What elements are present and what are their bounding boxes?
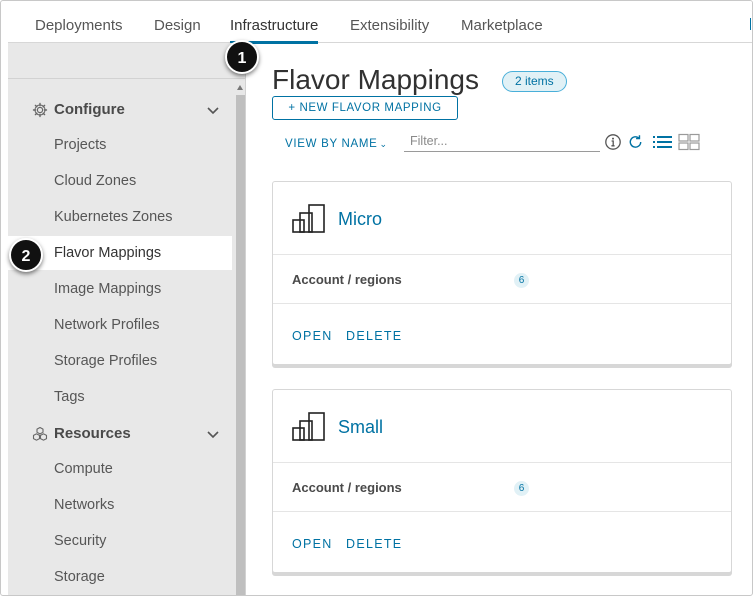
gear-icon <box>32 102 48 117</box>
sidebar-scrollbar[interactable] <box>235 81 246 595</box>
open-button[interactable]: OPEN <box>292 537 333 551</box>
list-view-icon[interactable] <box>652 133 673 151</box>
sidebar-item-kubernetes-zones[interactable]: Kubernetes Zones <box>8 200 232 234</box>
flavor-mapping-card: Micro Account / regions 6 OPEN DELETE <box>272 181 732 365</box>
info-icon[interactable] <box>604 133 622 151</box>
sidebar-item-storage[interactable]: Storage <box>8 560 232 594</box>
flavor-mapping-icon <box>292 204 325 233</box>
flavor-mapping-card: Small Account / regions 6 OPEN DELETE <box>272 389 732 573</box>
chevron-down-icon[interactable] <box>206 103 220 117</box>
new-flavor-mapping-button[interactable]: + NEW FLAVOR MAPPING <box>272 96 458 120</box>
flavor-mapping-icon <box>292 412 325 441</box>
callout-badge: 2 <box>9 238 43 272</box>
card-title[interactable]: Small <box>338 417 383 438</box>
view-by-label: VIEW BY NAME <box>285 138 378 150</box>
card-actions: OPEN DELETE <box>273 304 731 366</box>
sidebar-section-label: Configure <box>54 101 125 118</box>
grid-view-icon[interactable] <box>678 133 700 151</box>
sidebar-item-tags[interactable]: Tags <box>8 380 232 414</box>
account-regions-label: Account / regions <box>292 480 402 495</box>
tab-marketplace[interactable]: Marketplace <box>461 17 543 34</box>
card-detail-row: Account / regions 6 <box>273 463 731 512</box>
card-title[interactable]: Micro <box>338 209 382 230</box>
sidebar-item-image-mappings[interactable]: Image Mappings <box>8 272 232 306</box>
item-count-badge: 2 items <box>502 71 567 92</box>
chevron-down-icon[interactable] <box>206 427 220 441</box>
open-button[interactable]: OPEN <box>292 329 333 343</box>
page-title: Flavor Mappings <box>272 64 479 95</box>
top-nav: Deployments Design Infrastructure Extens… <box>8 1 752 44</box>
app-window: Deployments Design Infrastructure Extens… <box>0 0 753 596</box>
tab-extensibility[interactable]: Extensibility <box>350 17 429 34</box>
scrollbar-thumb[interactable] <box>236 95 245 595</box>
sidebar-item-compute[interactable]: Compute <box>8 452 232 486</box>
filter-input[interactable] <box>404 130 600 152</box>
card-actions: OPEN DELETE <box>273 512 731 574</box>
tab-deployments[interactable]: Deployments <box>35 17 123 34</box>
chevron-down-icon: ⌄ <box>379 139 388 149</box>
sidebar-collapse-bar[interactable] <box>8 43 246 79</box>
refresh-icon[interactable] <box>627 133 644 151</box>
delete-button[interactable]: DELETE <box>346 537 402 551</box>
sidebar-item-network-profiles[interactable]: Network Profiles <box>8 308 232 342</box>
account-regions-label: Account / regions <box>292 272 402 287</box>
delete-button[interactable]: DELETE <box>346 329 402 343</box>
account-regions-count: 6 <box>514 481 529 496</box>
callout-badge: 1 <box>225 40 259 74</box>
sidebar-section-configure[interactable]: Configure <box>32 101 125 118</box>
card-detail-row: Account / regions 6 <box>273 255 731 304</box>
sidebar-item-networks[interactable]: Networks <box>8 488 232 522</box>
sidebar-section-label: Resources <box>54 425 131 442</box>
sidebar-item-security[interactable]: Security <box>8 524 232 558</box>
sidebar-item-projects[interactable]: Projects <box>8 128 232 162</box>
scroll-up-arrow-icon[interactable] <box>237 85 243 90</box>
tab-design[interactable]: Design <box>154 17 201 34</box>
tab-infrastructure[interactable]: Infrastructure <box>230 17 319 44</box>
sidebar: Configure Projects Cloud Zones Kubernete… <box>8 43 246 595</box>
sidebar-section-resources[interactable]: Resources <box>32 425 131 442</box>
view-by-dropdown[interactable]: VIEW BY NAME ⌄ <box>285 138 388 150</box>
sidebar-item-storage-profiles[interactable]: Storage Profiles <box>8 344 232 378</box>
sidebar-item-cloud-zones[interactable]: Cloud Zones <box>8 164 232 198</box>
card-header: Micro <box>273 182 731 255</box>
resources-icon <box>32 426 48 441</box>
account-regions-count: 6 <box>514 273 529 288</box>
card-header: Small <box>273 390 731 463</box>
